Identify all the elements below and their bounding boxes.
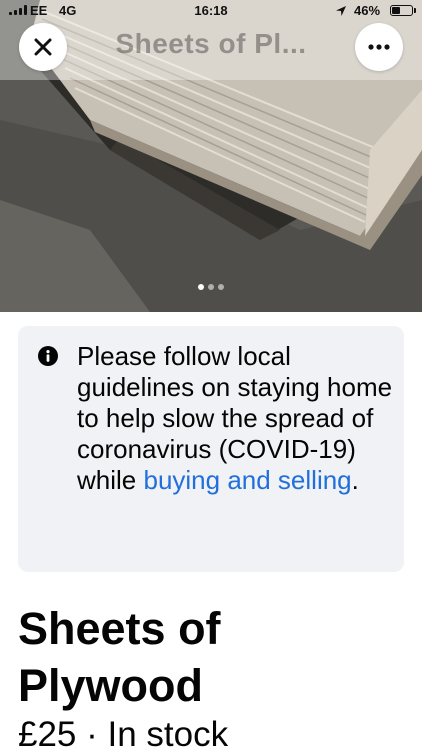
buying-and-selling-link[interactable]: buying and selling xyxy=(143,465,351,495)
battery-percentage: 46% xyxy=(354,3,381,18)
page-title: Sheets of Pl... xyxy=(115,28,307,59)
location-arrow-icon xyxy=(336,6,346,16)
price-separator: · xyxy=(76,715,108,750)
close-icon xyxy=(34,38,52,56)
close-button[interactable] xyxy=(19,23,67,71)
listing-price-line: £25 · In stock xyxy=(18,714,408,750)
carousel-dot-1[interactable] xyxy=(198,284,204,290)
status-bar: EE 4G 16:18 46% xyxy=(0,0,422,22)
carousel-dot-3[interactable] xyxy=(218,284,224,290)
battery-level xyxy=(392,7,400,14)
carousel-dots[interactable] xyxy=(0,284,422,290)
carousel-dot-2[interactable] xyxy=(208,284,214,290)
listing-price: £25 xyxy=(18,715,77,750)
availability-status: In stock xyxy=(107,715,229,750)
listing-title: Sheets of Plywood xyxy=(18,603,221,711)
more-options-icon xyxy=(368,44,390,50)
notice-text: Please follow local guidelines on stayin… xyxy=(77,341,395,496)
covid-notice: Please follow local guidelines on stayin… xyxy=(18,326,404,572)
battery-icon xyxy=(390,5,413,16)
battery-cap xyxy=(414,8,416,13)
more-options-button[interactable] xyxy=(355,23,403,71)
info-icon xyxy=(38,346,58,366)
notice-end: . xyxy=(351,465,359,495)
